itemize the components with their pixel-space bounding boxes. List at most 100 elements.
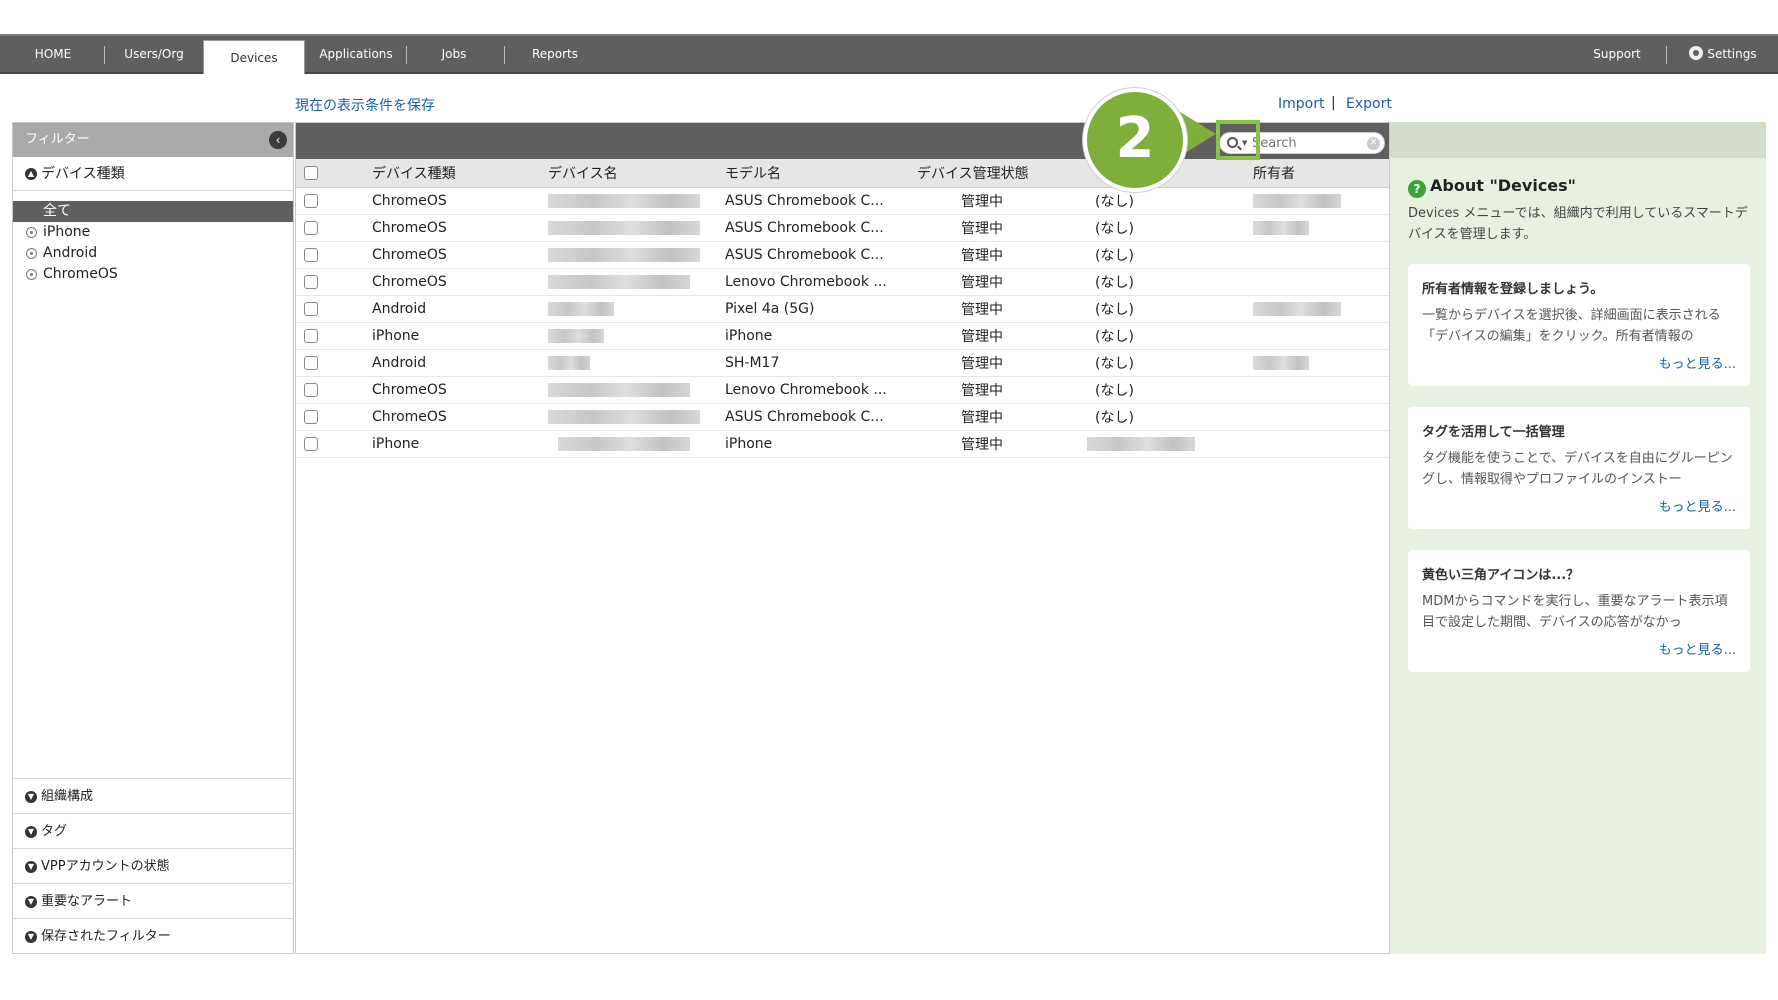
cell-phone: (なし) xyxy=(1077,295,1253,323)
help-icon: ? xyxy=(1408,180,1426,198)
cell-status: 管理中 xyxy=(917,295,1077,323)
cell-device-name xyxy=(548,430,725,458)
read-more-link[interactable]: もっと見る... xyxy=(1659,353,1736,372)
row-checkbox[interactable] xyxy=(304,247,318,262)
cell-owner xyxy=(1253,430,1389,458)
column-header-device-type[interactable]: デバイス種類 xyxy=(372,159,548,188)
tab-home[interactable]: HOME xyxy=(24,36,82,72)
filter-option-chromeos[interactable]: ChromeOS xyxy=(13,264,293,285)
column-header-model[interactable]: モデル名 xyxy=(725,159,917,188)
table-row[interactable]: ChromeOS Lenovo Chromebook ... 管理中 (なし) xyxy=(296,376,1389,404)
cell-phone: (なし) xyxy=(1077,187,1253,215)
callout-highlight-box xyxy=(1216,120,1260,160)
chevron-down-icon: ▼ xyxy=(25,791,37,803)
device-type-section[interactable]: ▲ デバイス種類 xyxy=(13,157,293,191)
tip-card-body: MDMからコマンドを実行し、重要なアラート表示項目で設定した期間、デバイスの応答… xyxy=(1422,594,1728,630)
support-link[interactable]: Support xyxy=(1584,36,1650,72)
filter-option-all[interactable]: 全て xyxy=(13,201,293,222)
import-link[interactable]: Import xyxy=(1278,96,1324,112)
filter-option-iphone[interactable]: iPhone xyxy=(13,222,293,243)
about-title: ? About "Devices" xyxy=(1408,176,1576,198)
tab-devices[interactable]: Devices xyxy=(203,40,305,74)
table-row[interactable]: Android Pixel 4a (5G) 管理中 (なし) xyxy=(296,295,1389,323)
cell-device-type: ChromeOS xyxy=(372,214,548,242)
collapse-panel-icon[interactable]: ‹ xyxy=(269,131,287,149)
table-row[interactable]: ChromeOS ASUS Chromebook C... 管理中 (なし) xyxy=(296,214,1389,242)
cell-device-name xyxy=(548,268,725,296)
table-header-row: デバイス種類 デバイス名 モデル名 デバイス管理状態 電 所有者 xyxy=(296,159,1389,188)
cell-device-name xyxy=(548,403,725,431)
cell-model: ASUS Chromebook C... xyxy=(725,241,917,269)
row-checkbox[interactable] xyxy=(304,409,318,424)
tip-card-title: タグを活用して一括管理 xyxy=(1422,425,1565,440)
column-header-device-name[interactable]: デバイス名 xyxy=(548,159,725,188)
device-table: デバイス種類 デバイス名 モデル名 デバイス管理状態 電 所有者 ChromeO… xyxy=(296,159,1389,458)
cell-phone: (なし) xyxy=(1077,214,1253,242)
settings-link[interactable]: Settings xyxy=(1680,36,1766,72)
table-row[interactable]: ChromeOS ASUS Chromebook C... 管理中 (なし) xyxy=(296,241,1389,269)
filter-panel: フィルター ‹ ▲ デバイス種類 全て iPhone Android Chrom… xyxy=(12,122,294,954)
radio-icon xyxy=(26,248,37,259)
read-more-link[interactable]: もっと見る... xyxy=(1659,639,1736,658)
cell-phone: (なし) xyxy=(1077,349,1253,377)
filter-option-label: 全て xyxy=(43,203,71,219)
step-callout-badge: 2 xyxy=(1083,88,1187,192)
cell-model: ASUS Chromebook C... xyxy=(725,214,917,242)
section-label: 重要なアラート xyxy=(41,894,133,909)
save-view-link[interactable]: 現在の表示条件を保存 xyxy=(295,95,435,115)
section-label: VPPアカウントの状態 xyxy=(41,859,170,874)
cell-device-type: Android xyxy=(372,349,548,377)
row-checkbox[interactable] xyxy=(304,382,318,397)
column-header-owner[interactable]: 所有者 xyxy=(1253,159,1389,188)
cell-model: Pixel 4a (5G) xyxy=(725,295,917,323)
filter-option-android[interactable]: Android xyxy=(13,243,293,264)
cell-status: 管理中 xyxy=(917,322,1077,350)
row-checkbox[interactable] xyxy=(304,355,318,370)
row-checkbox[interactable] xyxy=(304,274,318,289)
tip-card: 黄色い三角アイコンは...？ MDMからコマンドを実行し、重要なアラート表示項目… xyxy=(1408,550,1750,672)
cell-phone: (なし) xyxy=(1077,322,1253,350)
cell-owner xyxy=(1253,376,1389,404)
row-checkbox[interactable] xyxy=(304,436,318,451)
row-checkbox[interactable] xyxy=(304,193,318,208)
table-row[interactable]: ChromeOS ASUS Chromebook C... 管理中 (なし) xyxy=(296,403,1389,431)
export-link[interactable]: Export xyxy=(1346,96,1392,112)
table-row[interactable]: iPhone iPhone 管理中 (なし) xyxy=(296,322,1389,350)
search-input[interactable] xyxy=(1252,135,1362,151)
cell-device-type: ChromeOS xyxy=(372,241,548,269)
tab-reports[interactable]: Reports xyxy=(526,36,584,72)
row-checkbox[interactable] xyxy=(304,301,318,316)
tab-jobs[interactable]: Jobs xyxy=(424,36,484,72)
read-more-link[interactable]: もっと見る... xyxy=(1659,496,1736,515)
tab-separator xyxy=(504,46,505,64)
table-row[interactable]: ChromeOS ASUS Chromebook C... 管理中 (なし) xyxy=(296,187,1389,215)
cell-device-name xyxy=(548,187,725,215)
select-all-checkbox[interactable] xyxy=(304,165,318,180)
table-row[interactable]: ChromeOS Lenovo Chromebook ... 管理中 (なし) xyxy=(296,268,1389,296)
tag-section[interactable]: ▼ タグ xyxy=(13,813,293,848)
tab-separator xyxy=(1666,46,1667,64)
clear-icon[interactable]: ✕ xyxy=(1367,137,1380,150)
filter-title: フィルター xyxy=(25,132,90,147)
section-label: 保存されたフィルター xyxy=(41,929,171,944)
tab-applications[interactable]: Applications xyxy=(316,36,396,72)
tip-card: 所有者情報を登録しましょう。 一覧からデバイスを選択後、詳細画面に表示される「デ… xyxy=(1408,264,1750,386)
cell-status: 管理中 xyxy=(917,241,1077,269)
tab-users-org[interactable]: Users/Org xyxy=(114,36,194,72)
critical-alert-section[interactable]: ▼ 重要なアラート xyxy=(13,883,293,918)
row-checkbox[interactable] xyxy=(304,220,318,235)
cell-device-name xyxy=(548,349,725,377)
table-row[interactable]: iPhone iPhone 管理中 xyxy=(296,430,1389,458)
cell-model: ASUS Chromebook C... xyxy=(725,187,917,215)
table-row[interactable]: Android SH-M17 管理中 (なし) xyxy=(296,349,1389,377)
row-checkbox[interactable] xyxy=(304,328,318,343)
radio-icon xyxy=(26,269,37,280)
about-panel: ? About "Devices" Devices メニューでは、組織内で利用して… xyxy=(1390,122,1766,954)
saved-filters-section[interactable]: ▼ 保存されたフィルター xyxy=(13,918,293,953)
cell-model: Lenovo Chromebook ... xyxy=(725,376,917,404)
cell-device-name xyxy=(548,241,725,269)
filter-header: フィルター ‹ xyxy=(13,123,293,157)
column-header-management-status[interactable]: デバイス管理状態 xyxy=(917,159,1077,188)
vpp-account-section[interactable]: ▼ VPPアカウントの状態 xyxy=(13,848,293,883)
org-structure-section[interactable]: ▼ 組織構成 xyxy=(13,778,293,813)
